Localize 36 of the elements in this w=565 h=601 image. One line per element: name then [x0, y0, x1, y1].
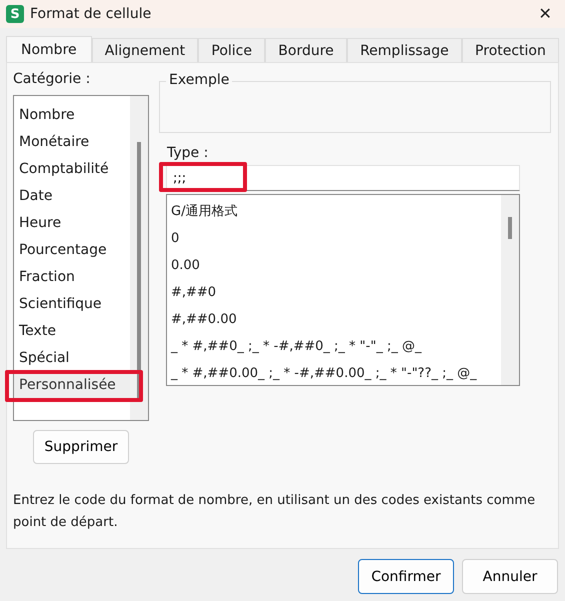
tab[interactable]: Nombre	[6, 36, 92, 62]
format-item[interactable]: _ * #,##0_ ;_ * -#,##0_ ;_ * "-"_ ;_ @_	[167, 333, 501, 360]
scrollbar-thumb[interactable]	[508, 217, 512, 239]
type-field[interactable]: ;;;	[166, 165, 520, 191]
window-title: Format de cellule	[30, 6, 152, 22]
format-item[interactable]: 0.00	[167, 252, 501, 279]
close-button[interactable]: ✕	[531, 1, 559, 27]
delete-button[interactable]: Supprimer	[33, 430, 129, 464]
tab[interactable]: Protection	[462, 38, 560, 62]
type-label: Type :	[167, 145, 210, 161]
category-item[interactable]: Fraction	[14, 264, 130, 291]
category-item[interactable]: Texte	[14, 318, 130, 345]
app-icon: S	[6, 5, 24, 23]
format-item[interactable]: 0	[167, 225, 501, 252]
confirm-button[interactable]: Confirmer	[358, 559, 454, 594]
category-item[interactable]: Date	[14, 183, 130, 210]
category-item[interactable]: Scientifique	[14, 291, 130, 318]
format-item[interactable]: _ * #,##0.00_ ;_ * -#,##0.00_ ;_ * "-"??_ ;_ @_	[167, 360, 501, 387]
tab[interactable]: Bordure	[265, 38, 347, 62]
format-item[interactable]: G/通用格式	[167, 198, 501, 225]
category-item[interactable]: Comptabilité	[14, 156, 130, 183]
example-label: Exemple	[166, 72, 232, 88]
tab[interactable]: Remplissage	[346, 38, 462, 62]
format-item[interactable]: #,##0.00	[167, 306, 501, 333]
category-item[interactable]: Nombre	[14, 102, 130, 129]
scrollbar-thumb[interactable]	[137, 142, 141, 400]
description-text: Entrez le code du format de nombre, en utilisant un des codes existants comme point de départ.	[13, 492, 536, 532]
category-item[interactable]: Spécial	[14, 345, 130, 372]
category-item[interactable]: Monétaire	[14, 129, 130, 156]
cancel-button[interactable]: Annuler	[462, 559, 558, 594]
format-item[interactable]: #,##0	[167, 279, 501, 306]
category-label: Catégorie :	[13, 71, 92, 87]
tab[interactable]: Alignement	[92, 38, 198, 62]
category-item[interactable]: Heure	[14, 210, 130, 237]
category-item[interactable]: Pourcentage	[14, 237, 130, 264]
tab[interactable]: Police	[198, 38, 266, 62]
